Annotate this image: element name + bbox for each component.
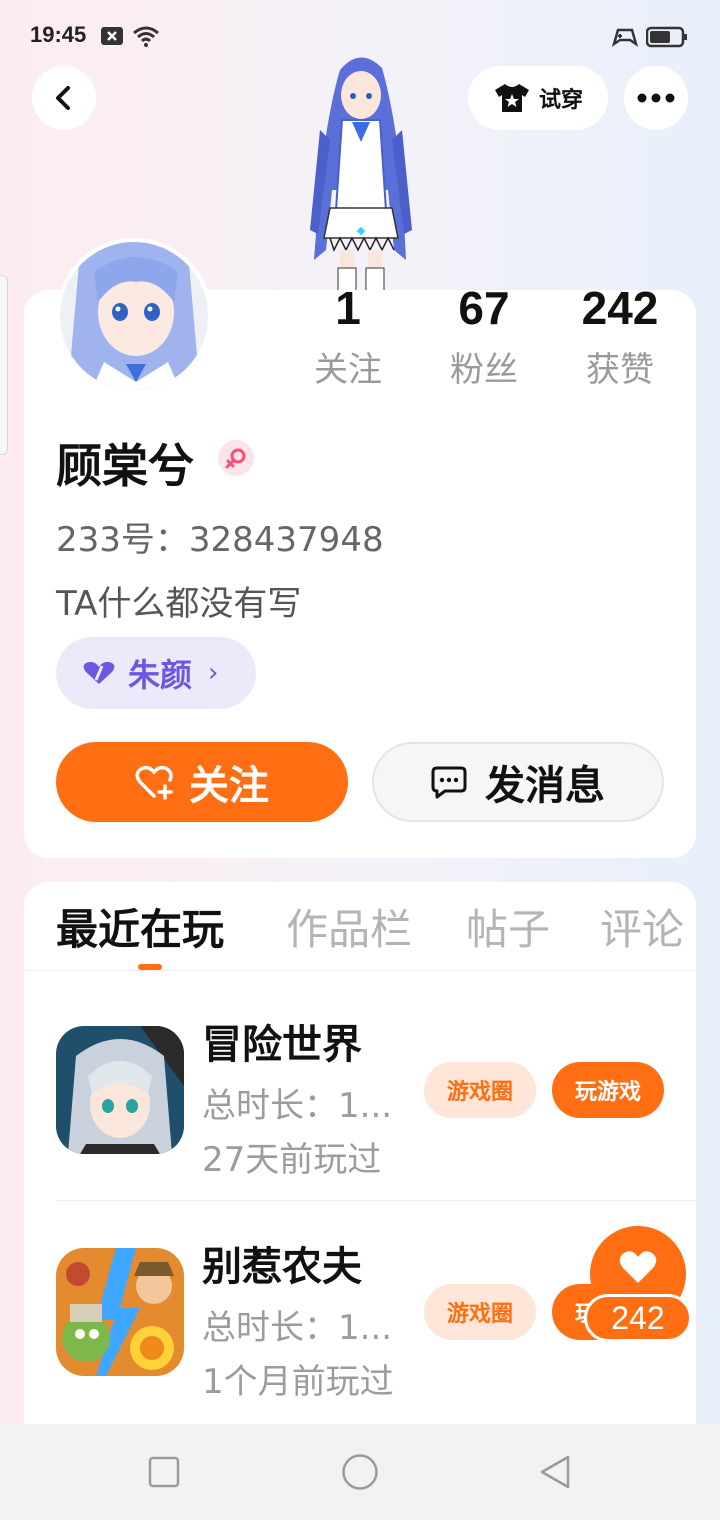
wifi-icon: [132, 26, 160, 52]
tab-works[interactable]: 作品栏: [286, 896, 412, 957]
home-icon[interactable]: [341, 1453, 379, 1495]
stat-likes[interactable]: 242 获赞: [550, 280, 690, 391]
row-divider: [56, 1200, 696, 1201]
shirt-icon: [494, 84, 529, 112]
tab-divider: [24, 970, 696, 971]
username: 顾棠兮: [56, 439, 194, 493]
recent-apps-icon[interactable]: [148, 1456, 180, 1492]
game-playtime: 总时长：1...: [202, 1086, 393, 1126]
message-button[interactable]: 发消息: [372, 742, 664, 822]
game-icon-dont-mess-farmer[interactable]: [56, 1248, 184, 1376]
game-circle-button[interactable]: 游戏圈: [424, 1062, 536, 1118]
game-last-played: 27天前玩过: [202, 1140, 382, 1180]
heart-icon: [619, 1251, 657, 1283]
stat-fans[interactable]: 67 粉丝: [414, 280, 554, 391]
fans-count: 67: [458, 282, 510, 334]
heart-plus-icon: [135, 765, 173, 800]
user-id: 233号：328437948: [56, 520, 384, 560]
chevron-left-icon: [56, 86, 70, 110]
game-last-played: 1个月前玩过: [202, 1362, 394, 1402]
game-title: 冒险世界: [202, 1022, 362, 1068]
game-title: 别惹农夫: [202, 1244, 362, 1290]
tab-comments[interactable]: 评论: [600, 896, 684, 957]
follow-button[interactable]: 关注: [56, 742, 348, 822]
more-button[interactable]: [624, 66, 688, 130]
message-label: 发消息: [485, 763, 605, 809]
tab-posts[interactable]: 帖子: [466, 896, 550, 957]
edge-handle: [0, 275, 8, 455]
try-on-label: 试穿: [538, 88, 583, 113]
back-button[interactable]: [32, 66, 96, 130]
chat-bubble-icon: [431, 766, 467, 799]
purple-heart-icon: [83, 661, 115, 684]
game-playtime: 总时长：1...: [202, 1308, 393, 1348]
following-count: 1: [335, 282, 361, 334]
status-time: 19:45: [30, 22, 87, 47]
play-game-button[interactable]: 玩游戏: [552, 1062, 664, 1118]
following-label: 关注: [314, 350, 382, 390]
floating-like-count[interactable]: 242: [584, 1294, 692, 1342]
follow-label: 关注: [189, 763, 269, 809]
female-icon: [218, 440, 254, 476]
tag-label: 朱颜: [128, 656, 193, 694]
stat-following[interactable]: 1 关注: [278, 280, 418, 391]
avatar[interactable]: [56, 238, 212, 394]
user-bio: TA什么都没有写: [56, 584, 302, 624]
back-triangle-icon[interactable]: [538, 1454, 572, 1494]
try-on-button[interactable]: 试穿: [468, 66, 608, 130]
avatar-figure[interactable]: [290, 50, 430, 295]
more-dots-icon: [637, 93, 675, 103]
tag-pill[interactable]: 朱颜 ›: [56, 637, 256, 709]
battery-icon: [645, 26, 688, 52]
notification-x-icon: [100, 26, 124, 50]
fans-label: 粉丝: [450, 350, 518, 390]
game-controller-icon: [610, 26, 640, 52]
chevron-right-icon: ›: [208, 658, 219, 688]
game-icon-adventure-world[interactable]: [56, 1026, 184, 1154]
game-circle-button[interactable]: 游戏圈: [424, 1284, 536, 1340]
likes-label: 获赞: [586, 350, 654, 390]
tab-recent-play[interactable]: 最近在玩: [56, 896, 224, 957]
likes-count: 242: [581, 282, 659, 334]
navigation-bar: [0, 1424, 720, 1520]
